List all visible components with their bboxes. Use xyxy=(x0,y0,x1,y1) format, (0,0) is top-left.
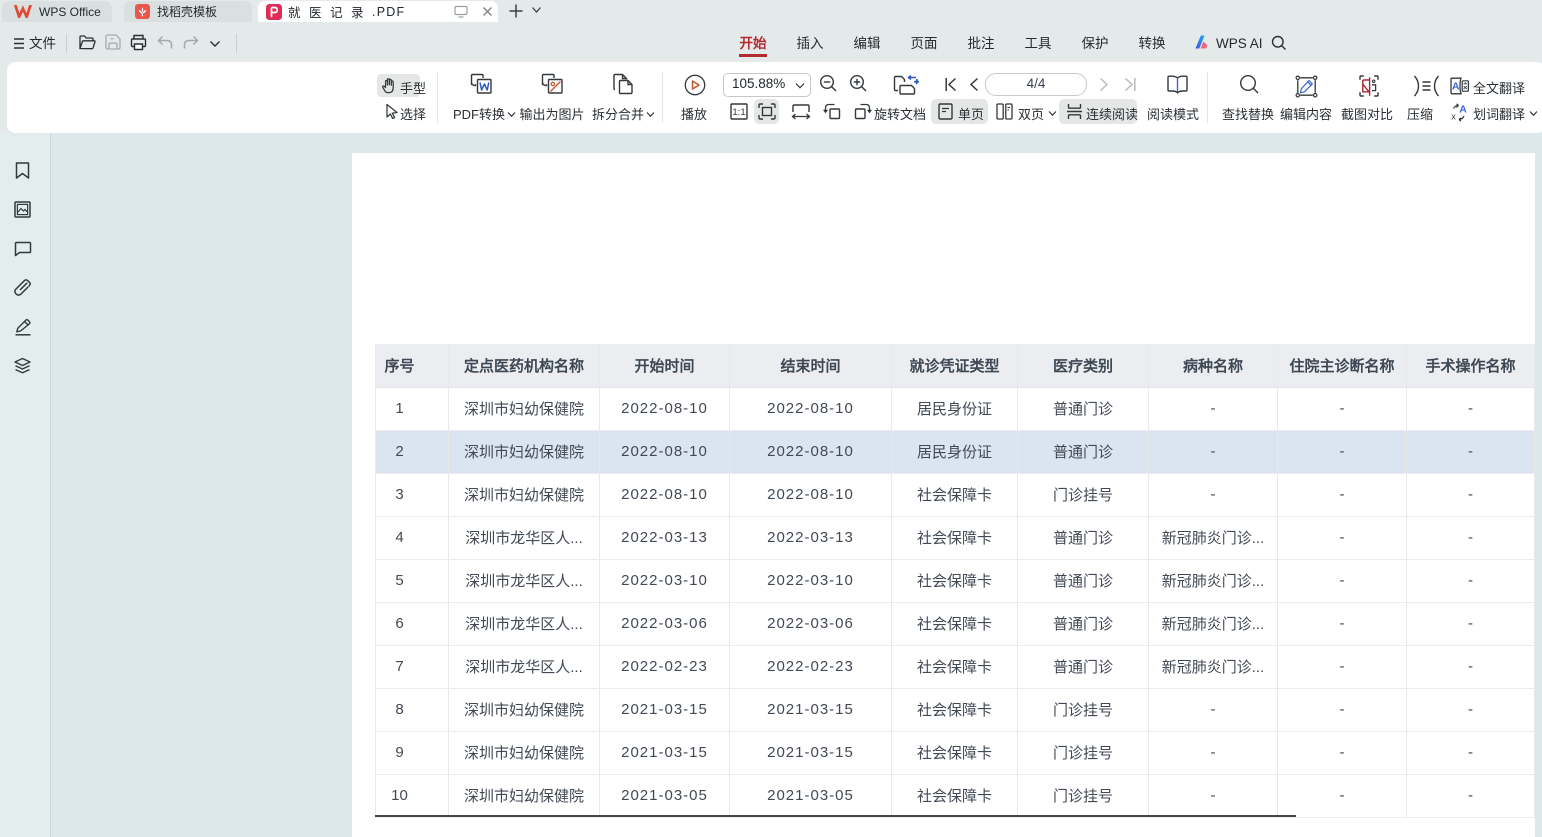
svg-text:1:1: 1:1 xyxy=(732,107,745,118)
svg-text:A: A xyxy=(1459,104,1467,116)
svg-text:x: x xyxy=(1451,112,1456,122)
svg-text:A: A xyxy=(1452,81,1460,93)
